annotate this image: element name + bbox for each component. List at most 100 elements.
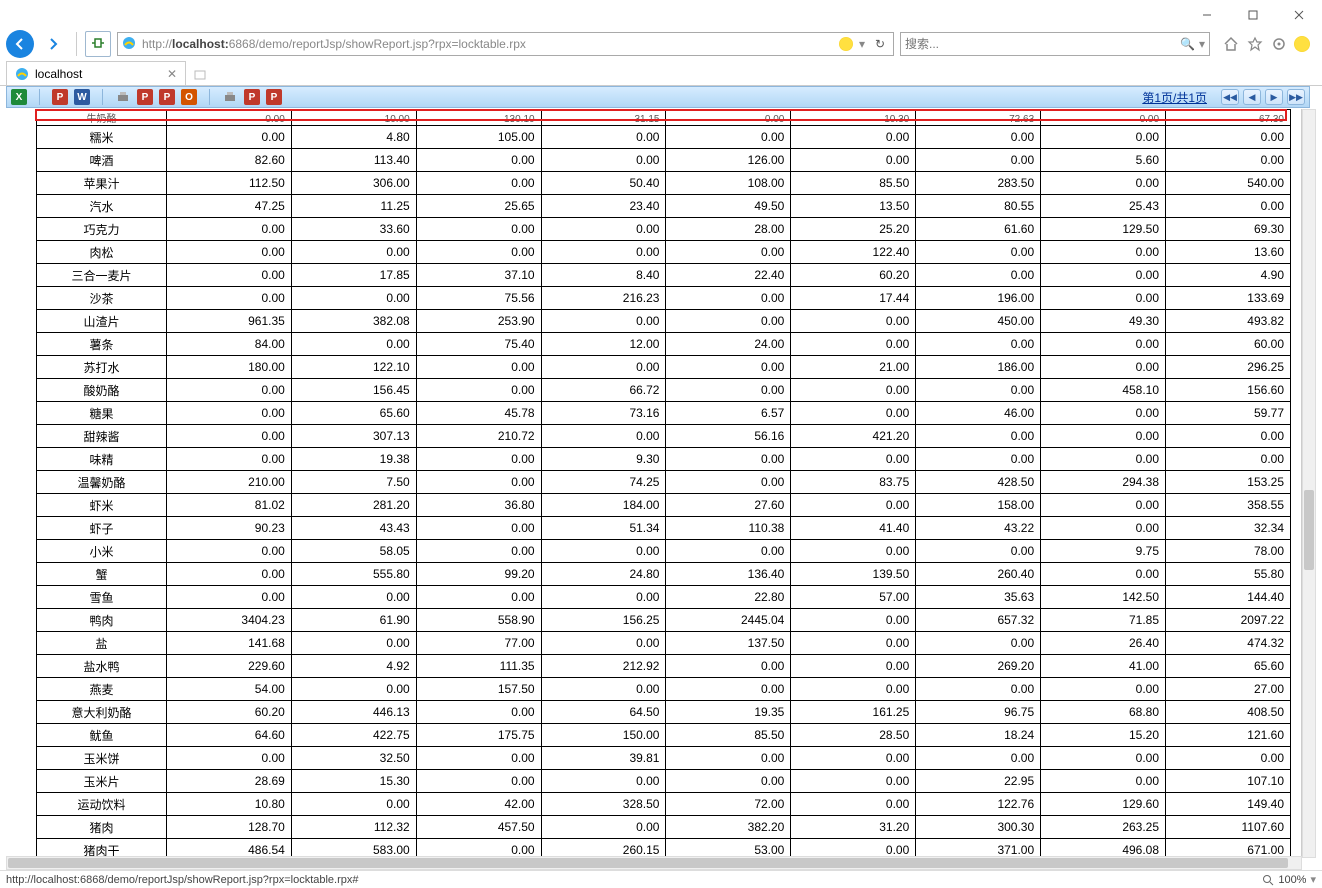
value-cell: 17.85	[291, 264, 416, 287]
value-cell: 0.00	[1166, 425, 1291, 448]
product-name-cell: 鱿鱼	[37, 724, 167, 747]
value-cell: 0.00	[416, 701, 541, 724]
smiley-icon[interactable]	[1294, 36, 1310, 52]
product-name-cell: 温馨奶酪	[37, 471, 167, 494]
value-cell: 0.00	[166, 586, 291, 609]
value-cell: 212.92	[541, 655, 666, 678]
refresh-button[interactable]: ↻	[871, 37, 889, 51]
value-cell: 0.00	[666, 540, 791, 563]
table-row: 味精0.0019.380.009.300.000.000.000.000.00	[37, 448, 1291, 471]
horizontal-scrollbar[interactable]	[6, 856, 1302, 870]
home-icon[interactable]	[1222, 35, 1240, 53]
value-cell: 137.50	[666, 632, 791, 655]
close-tab-icon[interactable]: ✕	[167, 67, 177, 81]
new-tab-button[interactable]	[188, 65, 212, 85]
dropdown-icon[interactable]: ▾	[859, 37, 865, 51]
address-bar[interactable]: http://localhost:6868/demo/reportJsp/sho…	[117, 32, 894, 56]
value-cell: 9.75	[1041, 540, 1166, 563]
back-button[interactable]	[6, 30, 34, 58]
value-cell: 27.60	[666, 494, 791, 517]
value-cell: 0.00	[666, 678, 791, 701]
value-cell: 0.00	[916, 379, 1041, 402]
print2-icon[interactable]	[222, 89, 238, 105]
value-cell: 0.00	[916, 126, 1041, 149]
value-cell: 7.50	[291, 471, 416, 494]
value-cell: 65.60	[291, 402, 416, 425]
export-pdf-icon[interactable]: P	[52, 89, 68, 105]
browser-tab[interactable]: localhost ✕	[6, 61, 186, 85]
search-bar[interactable]: 🔍 ▾	[900, 32, 1210, 56]
value-cell: 0.00	[416, 379, 541, 402]
minimize-button[interactable]	[1184, 0, 1230, 30]
maximize-button[interactable]	[1230, 0, 1276, 30]
value-cell: 4.92	[291, 655, 416, 678]
value-cell: 0.00	[791, 793, 916, 816]
value-cell: 0.00	[1041, 425, 1166, 448]
value-cell: 300.30	[916, 816, 1041, 839]
zoom-control[interactable]: 100% ▾	[1262, 873, 1316, 886]
value-cell: 0.00	[166, 241, 291, 264]
value-cell: 0.00	[166, 563, 291, 586]
product-name-cell: 小米	[37, 540, 167, 563]
table-row: 巧克力0.0033.600.000.0028.0025.2061.60129.5…	[37, 218, 1291, 241]
table-row: 玉米片28.6915.300.000.000.000.0022.950.0010…	[37, 770, 1291, 793]
tools-icon[interactable]	[1270, 35, 1288, 53]
forward-button[interactable]	[40, 30, 68, 58]
table-row: 燕麦54.000.00157.500.000.000.000.000.0027.…	[37, 678, 1291, 701]
prev-page-button[interactable]: ◀	[1243, 89, 1261, 105]
zoom-icon	[1262, 874, 1274, 886]
print-pdf-2-icon[interactable]: P	[159, 89, 175, 105]
value-cell: 130.10	[416, 110, 541, 126]
scrollbar-thumb[interactable]	[8, 858, 1288, 868]
export-ppt-icon[interactable]: O	[181, 89, 197, 105]
value-cell: 0.00	[291, 678, 416, 701]
value-cell: 253.90	[416, 310, 541, 333]
value-cell: 0.00	[1041, 172, 1166, 195]
value-cell: 493.82	[1166, 310, 1291, 333]
compat-view-button[interactable]	[85, 31, 111, 57]
product-name-cell: 沙茶	[37, 287, 167, 310]
zoom-dropdown-icon[interactable]: ▾	[1310, 873, 1316, 886]
product-name-cell: 糖果	[37, 402, 167, 425]
value-cell: 0.00	[791, 494, 916, 517]
emoji-icon[interactable]	[839, 37, 853, 51]
favorites-icon[interactable]	[1246, 35, 1264, 53]
value-cell: 113.40	[291, 149, 416, 172]
value-cell: 59.77	[1166, 402, 1291, 425]
search-input[interactable]	[905, 37, 1176, 51]
status-text: http://localhost:6868/demo/reportJsp/sho…	[6, 874, 359, 886]
product-name-cell: 苏打水	[37, 356, 167, 379]
export-word-icon[interactable]: W	[74, 89, 90, 105]
print-pdf-4-icon[interactable]: P	[266, 89, 282, 105]
print-icon[interactable]	[115, 89, 131, 105]
table-row: 盐141.680.0077.000.00137.500.000.0026.404…	[37, 632, 1291, 655]
print-pdf-3-icon[interactable]: P	[244, 89, 260, 105]
last-page-button[interactable]: ▶▶	[1287, 89, 1305, 105]
table-row: 虾子90.2343.430.0051.34110.3841.4043.220.0…	[37, 517, 1291, 540]
page-indicator[interactable]: 第1页/共1页	[1142, 89, 1213, 106]
value-cell: 0.00	[416, 747, 541, 770]
product-name-cell: 雪鱼	[37, 586, 167, 609]
first-page-button[interactable]: ◀◀	[1221, 89, 1239, 105]
value-cell: 0.00	[166, 126, 291, 149]
value-cell: 0.00	[166, 218, 291, 241]
value-cell: 21.00	[791, 356, 916, 379]
vertical-scrollbar[interactable]	[1302, 109, 1316, 858]
export-excel-icon[interactable]: X	[11, 89, 27, 105]
value-cell: 157.50	[416, 678, 541, 701]
value-cell: 0.00	[791, 402, 916, 425]
scrollbar-thumb[interactable]	[1304, 490, 1314, 570]
print-pdf-1-icon[interactable]: P	[137, 89, 153, 105]
value-cell: 0.00	[541, 425, 666, 448]
close-button[interactable]	[1276, 0, 1322, 30]
value-cell: 51.34	[541, 517, 666, 540]
value-cell: 0.00	[1166, 149, 1291, 172]
table-row: 苹果汁112.50306.000.0050.40108.0085.50283.5…	[37, 172, 1291, 195]
next-page-button[interactable]: ▶	[1265, 89, 1283, 105]
value-cell: 263.25	[1041, 816, 1166, 839]
search-icon[interactable]: 🔍	[1176, 37, 1199, 51]
product-name-cell: 蟹	[37, 563, 167, 586]
value-cell: 0.00	[291, 586, 416, 609]
value-cell: 408.50	[1166, 701, 1291, 724]
search-dropdown-icon[interactable]: ▾	[1199, 37, 1205, 51]
